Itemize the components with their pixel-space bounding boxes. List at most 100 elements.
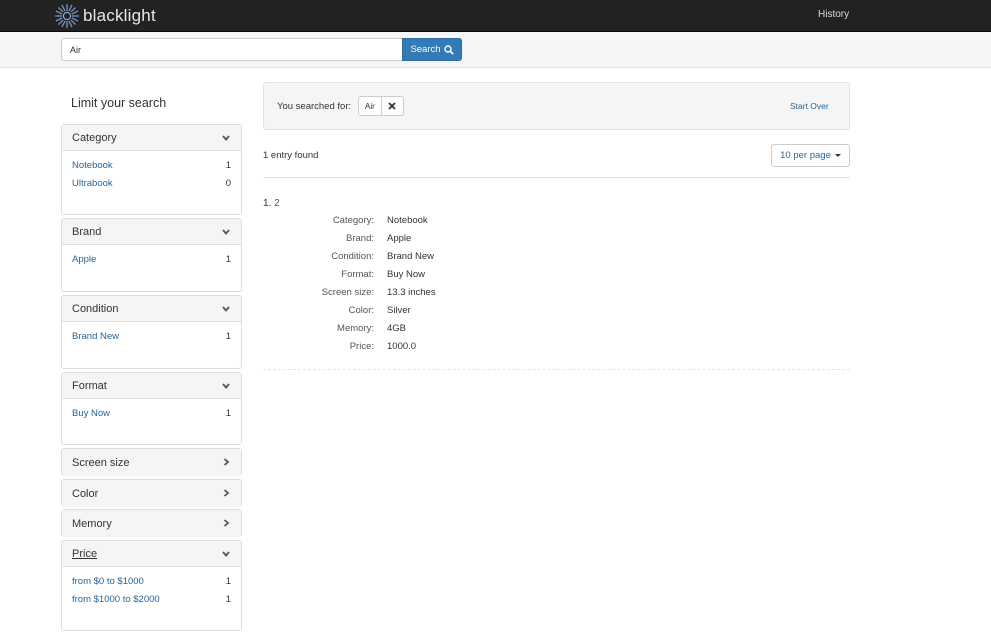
facet-screen-size: Screen size [61,448,242,476]
field-label: Format: [341,269,374,280]
chevron-down-icon [222,306,230,312]
facet-color-header[interactable]: Color [62,480,241,507]
field-row: Condition: Brand New [263,251,663,269]
field-label: Color: [348,305,374,316]
facet-item: Apple 1 [72,254,231,272]
field-label: Brand: [346,233,374,244]
facet-format-header[interactable]: Format [62,373,241,399]
field-label: Screen size: [321,287,374,298]
field-row: Brand: Apple [263,233,663,251]
facet-item-count: 1 [225,160,231,171]
constraint-value[interactable]: Air [358,96,382,116]
document-index: 1. [263,198,272,209]
field-value: Silver [387,305,411,316]
brand-name: blacklight [83,6,156,25]
results-summary: 1 entry found [263,150,319,161]
facet-item-link[interactable]: Apple [72,254,96,272]
search-button[interactable]: Search [402,38,462,61]
field-row: Format: Buy Now [263,269,663,287]
field-row: Color: Silver [263,305,663,323]
field-value: 4GB [387,323,407,334]
chevron-right-icon [223,458,230,466]
facet-memory-header[interactable]: Memory [62,510,241,537]
facet-condition-header[interactable]: Condition [62,296,241,322]
facet-item: from $1000 to $2000 1 [72,594,231,612]
constraint-chip: Air [358,96,404,116]
facet-brand: Brand Apple 1 [61,218,242,292]
close-icon [388,102,396,110]
facet-label: Color [72,487,99,500]
history-link[interactable]: History [818,9,849,20]
field-label: Condition: [331,251,374,262]
facet-item-count: 1 [225,254,231,265]
chevron-right-icon [223,489,230,497]
per-page-dropdown[interactable]: 10 per page [771,144,850,167]
search-button-label: Search [410,44,441,55]
facet-format: Format Buy Now 1 [61,372,242,445]
facet-item-count: 0 [225,178,231,189]
divider [263,369,850,370]
facet-item-link[interactable]: Notebook [72,160,113,178]
document-header: 1. 2 [263,198,280,209]
facet-item: from $0 to $1000 1 [72,576,231,594]
facet-item: Buy Now 1 [72,408,231,426]
facet-item: Brand New 1 [72,331,231,349]
facet-screen-size-header[interactable]: Screen size [62,449,241,476]
field-label: Memory: [337,323,374,334]
facet-item: Ultrabook 0 [72,178,231,196]
facet-item-link[interactable]: Ultrabook [72,178,113,196]
field-value: 13.3 inches [387,287,436,298]
per-page-label: 10 per page [780,150,831,161]
facet-label: Memory [72,517,112,530]
chevron-down-icon [222,383,230,389]
remove-constraint-button[interactable] [381,96,404,116]
facet-color: Color [61,479,242,507]
field-row: Price: 1000.0 [263,341,663,359]
field-label: Price: [349,341,374,352]
start-over-link[interactable]: Start Over [790,101,829,111]
facet-item-count: 1 [225,576,231,587]
facet-item-count: 1 [225,331,231,342]
facet-label: Price [72,547,98,560]
facet-label: Format [72,379,107,392]
sidebar-title: Limit your search [71,96,167,110]
field-value: Notebook [387,215,428,226]
brand-logo-link[interactable]: blacklight [54,2,156,30]
facet-category-header[interactable]: Category [62,125,241,151]
document-fields: Category: Notebook Brand: Apple Conditio… [263,215,663,359]
field-row: Memory: 4GB [263,323,663,341]
facet-item-link[interactable]: Brand New [72,331,119,349]
top-navbar: blacklight History [0,0,991,32]
facet-label: Category [72,131,117,144]
facet-item-link[interactable]: Buy Now [72,408,110,426]
field-value: Apple [387,233,412,244]
search-input[interactable] [61,38,403,61]
facet-item-count: 1 [225,408,231,419]
chevron-down-icon [222,135,230,141]
facet-condition: Condition Brand New 1 [61,295,242,369]
field-value: Brand New [387,251,434,262]
facet-item-count: 1 [225,594,231,605]
facet-memory: Memory [61,509,242,537]
facet-label: Brand [72,225,102,238]
chevron-right-icon [223,519,230,527]
facet-brand-header[interactable]: Brand [62,219,241,245]
caret-down-icon [834,154,841,157]
search-constraints: You searched for: Air Start Over [263,82,850,130]
facet-label: Screen size [72,456,130,469]
field-label: Category: [332,215,374,226]
field-value: Buy Now [387,269,426,280]
field-row: Screen size: 13.3 inches [263,287,663,305]
field-value: 1000.0 [387,341,417,352]
search-icon [443,44,454,55]
field-row: Category: Notebook [263,215,663,233]
blacklight-logo-icon [55,4,79,28]
facet-price-header[interactable]: Price [62,541,241,567]
facet-label: Condition [72,302,119,315]
search-bar: Search [0,32,991,68]
facet-item-link[interactable]: from $1000 to $2000 [72,594,160,612]
document-title-link[interactable]: 2 [274,198,280,209]
facet-item-link[interactable]: from $0 to $1000 [72,576,144,594]
divider [263,177,850,178]
chevron-down-icon [222,551,230,557]
